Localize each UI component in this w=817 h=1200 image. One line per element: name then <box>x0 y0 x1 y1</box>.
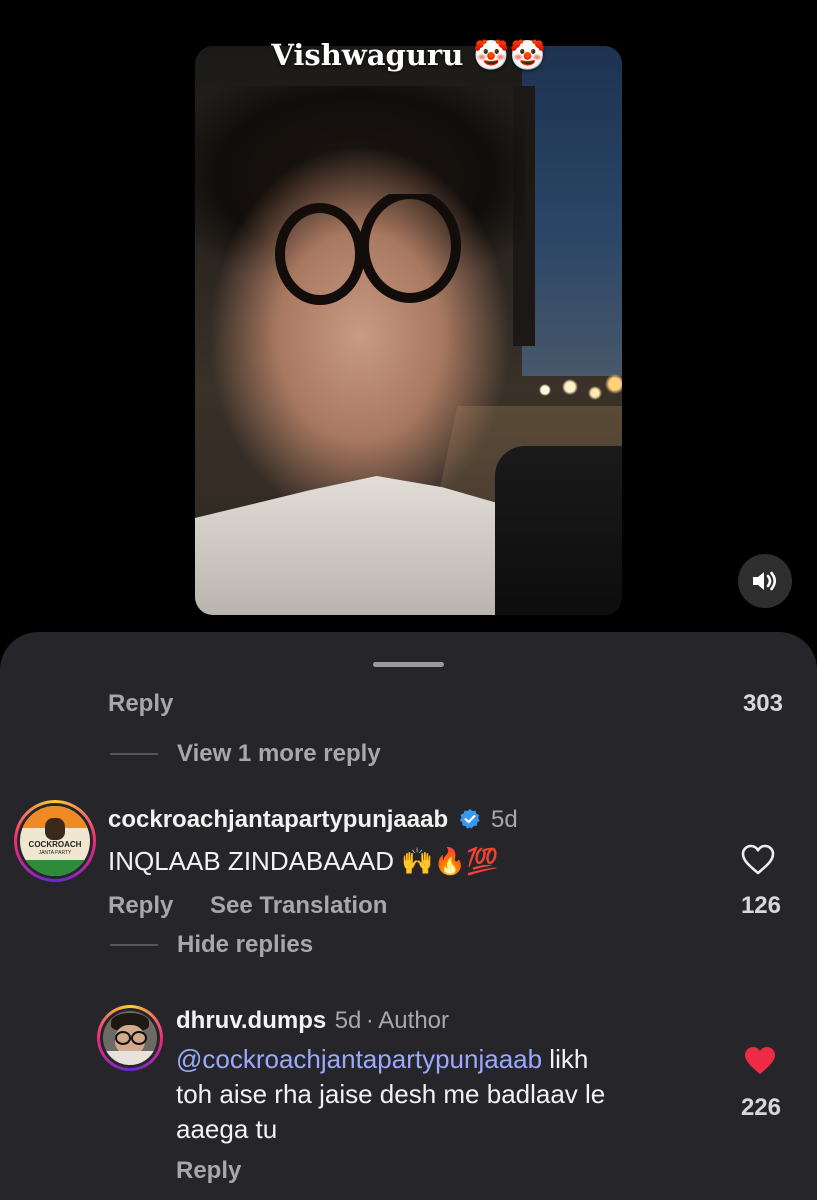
view-more-replies-button[interactable]: View 1 more reply <box>177 740 381 768</box>
comment-text: INQLAAB ZINDABAAAD 🙌🔥💯 <box>108 846 498 877</box>
comment-time: 5d <box>491 806 518 833</box>
like-count: 303 <box>742 690 783 717</box>
comment-text-line: aaega tu <box>176 1114 278 1144</box>
comment-text-line: @cockroachjantapartypunjaaab likh <box>176 1044 588 1075</box>
mute-button[interactable] <box>738 554 792 608</box>
sheet-drag-handle[interactable] <box>373 662 444 667</box>
logo-subtitle: JANTA PARTY <box>38 850 72 856</box>
comment-time: 5d <box>334 1007 362 1034</box>
speaker-icon <box>753 571 777 591</box>
video-backpack <box>495 446 622 615</box>
cockroach-party-logo: COCKROACH JANTA PARTY <box>20 806 90 876</box>
video-sky <box>522 46 622 376</box>
reel-video[interactable] <box>195 46 622 615</box>
comment-header: cockroachjantapartypunjaaab 5d <box>108 806 518 834</box>
hide-replies-button[interactable]: Hide replies <box>177 931 313 959</box>
user-photo <box>103 1011 157 1065</box>
author-badge: Author <box>378 1007 450 1034</box>
comment-emoji: 🙌🔥💯 <box>401 846 499 876</box>
comment-body: INQLAAB ZINDABAAAD <box>108 846 395 876</box>
comment-header: dhruv.dumps 5d · Author <box>176 1007 449 1035</box>
heart-outline-icon[interactable] <box>741 844 775 876</box>
glasses-shape <box>275 194 461 305</box>
mention-link[interactable]: @cockroachjantapartypunjaaab <box>176 1044 542 1074</box>
like-count: 226 <box>740 1094 781 1121</box>
reply-button[interactable]: Reply <box>176 1157 241 1185</box>
video-caption: Vishwaguru 🤡🤡 <box>0 38 817 73</box>
thread-line <box>110 753 158 755</box>
username[interactable]: cockroachjantapartypunjaaab <box>108 806 448 833</box>
comments-sheet: Reply 303 View 1 more reply COCKROACH JA… <box>0 632 817 1200</box>
username[interactable]: dhruv.dumps <box>176 1007 326 1034</box>
like-count: 126 <box>740 892 781 919</box>
comment-text-line: toh aise rha jaise desh me badlaav le <box>176 1079 606 1109</box>
see-translation-button[interactable]: See Translation <box>210 892 387 920</box>
comment-body: likh <box>542 1044 589 1074</box>
reply-button[interactable]: Reply <box>108 690 173 718</box>
reply-button[interactable]: Reply <box>108 892 173 920</box>
heart-filled-icon[interactable] <box>743 1046 777 1076</box>
logo-title: COCKROACH <box>28 840 82 849</box>
separator: · <box>365 1007 374 1034</box>
avatar[interactable]: COCKROACH JANTA PARTY <box>14 800 96 882</box>
verified-badge-icon <box>459 808 480 829</box>
avatar[interactable] <box>97 1005 163 1071</box>
caption-emoji: 🤡🤡 <box>473 38 546 72</box>
thread-line <box>110 944 158 946</box>
caption-text: Vishwaguru <box>271 38 464 72</box>
video-street-lights <box>525 366 622 426</box>
